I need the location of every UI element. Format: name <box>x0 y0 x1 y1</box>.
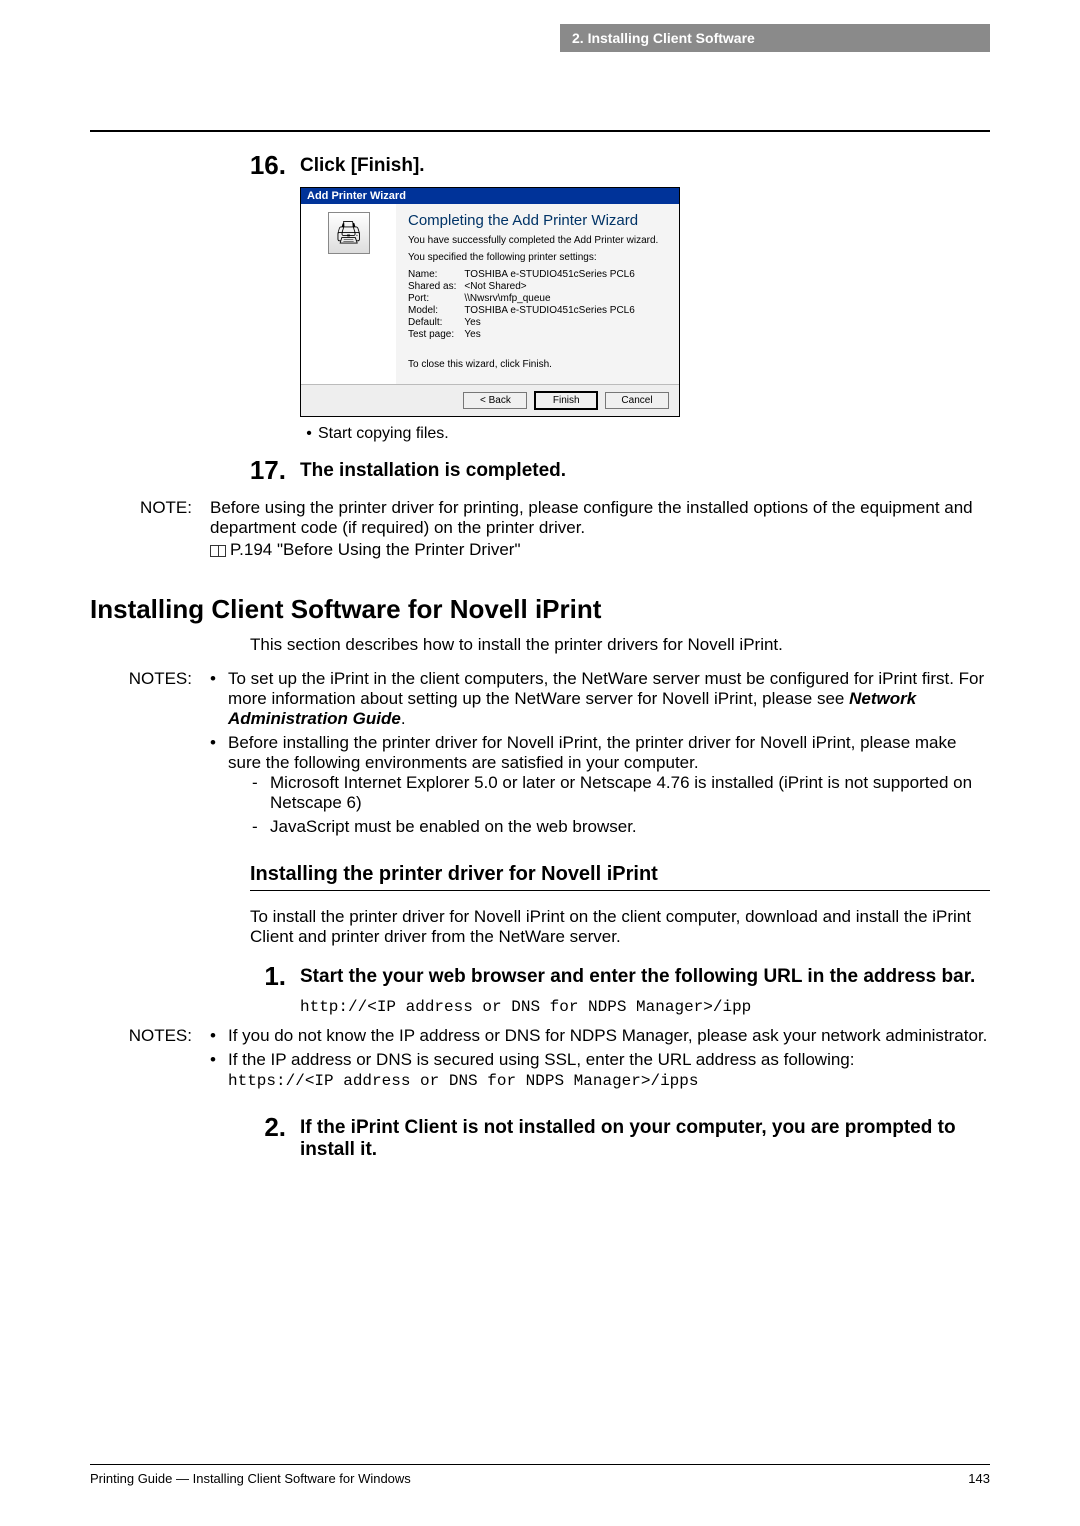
subheading: Installing the printer driver for Novell… <box>250 863 990 891</box>
dialog-heading: Completing the Add Printer Wizard <box>408 212 667 229</box>
step-1-title: Start the your web browser and enter the… <box>300 961 975 992</box>
table-row: Model:TOSHIBA e-STUDIO451cSeries PCL6 <box>408 305 643 317</box>
cancel-button[interactable]: Cancel <box>605 392 669 409</box>
note-label: NOTE: <box>90 498 210 562</box>
list-item: •To set up the iPrint in the client comp… <box>210 669 990 729</box>
step-16-bullet: •Start copying files. <box>300 425 990 443</box>
table-row: Test page:Yes <box>408 329 643 341</box>
step-2-title: If the iPrint Client is not installed on… <box>300 1112 990 1161</box>
list-item: -Microsoft Internet Explorer 5.0 or late… <box>252 773 990 813</box>
step-1-code: http://<IP address or DNS for NDPS Manag… <box>300 998 751 1016</box>
step-17-title: The installation is completed. <box>300 455 566 486</box>
step-16-number: 16. <box>250 150 286 180</box>
footer-left: Printing Guide — Installing Client Softw… <box>90 1471 411 1486</box>
step-2: 2. If the iPrint Client is not installed… <box>90 1112 990 1161</box>
intro-paragraph: To install the printer driver for Novell… <box>250 907 990 947</box>
note1-line1: Before using the printer driver for prin… <box>210 498 990 538</box>
dialog-close-line: To close this wizard, click Finish. <box>408 359 667 370</box>
chapter-header: 2. Installing Client Software <box>560 24 990 52</box>
printer-icon: 🖨 <box>328 212 370 254</box>
notes-label: NOTES: <box>90 669 210 845</box>
top-rule <box>90 130 990 132</box>
footer-page-number: 143 <box>968 1471 990 1486</box>
step-16: 16. Click [Finish]. <box>90 150 990 181</box>
note1-line2: P.194 "Before Using the Printer Driver" <box>210 540 990 560</box>
table-row: Default:Yes <box>408 317 643 329</box>
table-row: Shared as:<Not Shared> <box>408 281 643 293</box>
list-item: • Before installing the printer driver f… <box>210 733 990 841</box>
list-item: •If you do not know the IP address or DN… <box>210 1026 990 1046</box>
notes-block-3: NOTES: •If you do not know the IP addres… <box>90 1026 990 1094</box>
notes-label-3: NOTES: <box>90 1026 210 1094</box>
section-heading: Installing Client Software for Novell iP… <box>90 594 990 625</box>
dialog-props-table: Name:TOSHIBA e-STUDIO451cSeries PCL6 Sha… <box>408 269 643 341</box>
dialog-line2: You specified the following printer sett… <box>408 252 667 263</box>
section-intro: This section describes how to install th… <box>250 635 990 655</box>
step-1: 1. Start the your web browser and enter … <box>90 961 990 992</box>
add-printer-wizard-dialog: Add Printer Wizard 🖨 Completing the Add … <box>300 187 990 417</box>
page-footer: Printing Guide — Installing Client Softw… <box>90 1464 990 1486</box>
dialog-side-image: 🖨 <box>301 204 396 384</box>
step-17: 17. The installation is completed. <box>90 455 990 486</box>
dialog-titlebar: Add Printer Wizard <box>301 188 679 204</box>
list-item: -JavaScript must be enabled on the web b… <box>252 817 990 837</box>
table-row: Name:TOSHIBA e-STUDIO451cSeries PCL6 <box>408 269 643 281</box>
step-17-number: 17. <box>250 455 286 485</box>
step-2-number: 2. <box>264 1112 286 1142</box>
table-row: Port:\\Nwsrv\mfp_queue <box>408 293 643 305</box>
chapter-title: 2. Installing Client Software <box>572 30 755 46</box>
dialog-line1: You have successfully completed the Add … <box>408 235 667 246</box>
finish-button[interactable]: Finish <box>534 391 598 410</box>
step-16-title: Click [Finish]. <box>300 150 425 181</box>
step-1-number: 1. <box>264 961 286 991</box>
list-item: • If the IP address or DNS is secured us… <box>210 1050 990 1090</box>
book-icon <box>210 545 226 557</box>
note-block-1: NOTE: Before using the printer driver fo… <box>90 498 990 562</box>
back-button[interactable]: < Back <box>463 392 527 409</box>
notes-block-2: NOTES: •To set up the iPrint in the clie… <box>90 669 990 845</box>
